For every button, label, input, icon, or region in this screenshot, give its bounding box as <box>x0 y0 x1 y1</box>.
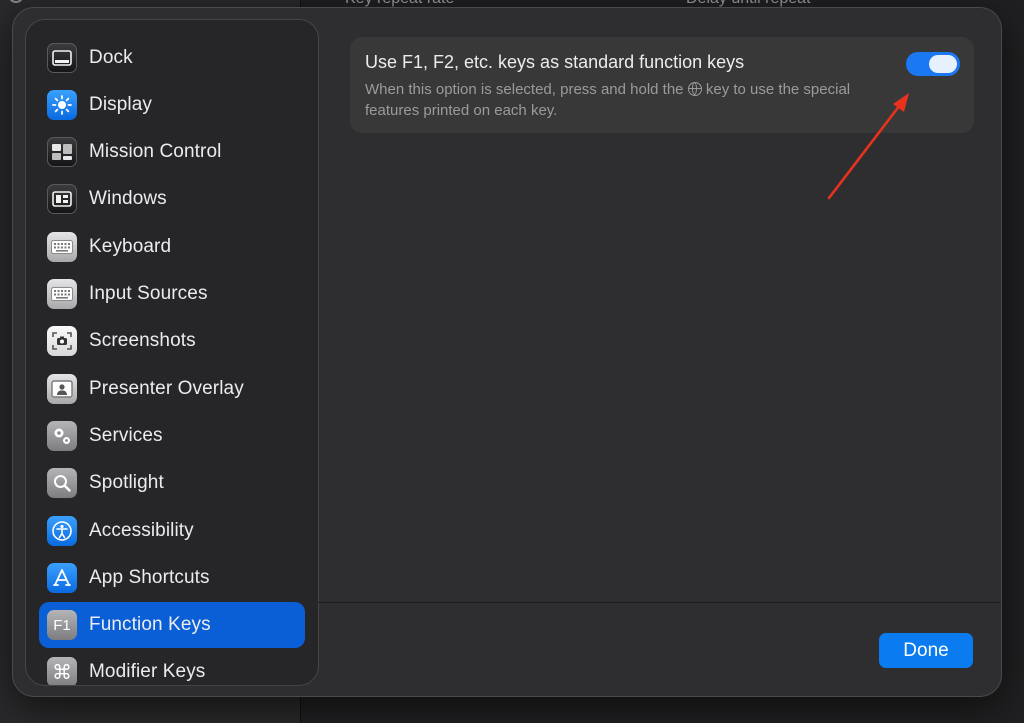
sidebar-item-label: App Shortcuts <box>89 567 210 588</box>
function-keys-option-card: Use F1, F2, etc. keys as standard functi… <box>350 37 974 133</box>
sidebar-item-label: Display <box>89 94 152 115</box>
sidebar-item-function-keys[interactable]: F1 Function Keys <box>39 602 305 648</box>
function-keys-icon: F1 <box>47 610 77 640</box>
sidebar-item-services[interactable]: Services <box>39 413 305 459</box>
sidebar-item-label: Input Sources <box>89 283 208 304</box>
sidebar-item-label: Dock <box>89 47 133 68</box>
option-description: When this option is selected, press and … <box>365 79 905 121</box>
sidebar-item-label: Spotlight <box>89 472 164 493</box>
sidebar-item-display[interactable]: Display <box>39 82 305 128</box>
windows-icon <box>47 184 77 214</box>
mission-control-icon <box>47 137 77 167</box>
modifier-keys-icon: ⌘ <box>47 657 77 685</box>
footer-divider <box>318 602 1001 603</box>
sidebar-item-spotlight[interactable]: Spotlight <box>39 460 305 506</box>
sidebar-item-label: Windows <box>89 188 167 209</box>
sidebar-item-label: Presenter Overlay <box>89 378 244 399</box>
option-description-start: When this option is selected, press and … <box>365 81 684 98</box>
function-keys-toggle[interactable] <box>906 52 960 76</box>
search-icon <box>8 0 24 4</box>
sidebar-item-label: Screenshots <box>89 330 196 351</box>
presenter-overlay-icon <box>47 374 77 404</box>
sidebar-item-presenter-overlay[interactable]: Presenter Overlay <box>39 366 305 412</box>
sidebar-item-input-sources[interactable]: Input Sources <box>39 271 305 317</box>
sidebar-item-windows[interactable]: Windows <box>39 176 305 222</box>
services-icon <box>47 421 77 451</box>
dock-icon <box>47 43 77 73</box>
sidebar-item-dock[interactable]: Dock <box>39 35 305 81</box>
screenshots-icon <box>47 326 77 356</box>
sidebar-item-app-shortcuts[interactable]: App Shortcuts <box>39 555 305 601</box>
sidebar-item-label: Keyboard <box>89 236 172 257</box>
shortcuts-sidebar: Dock Display Mission Control Windows Key… <box>25 19 319 686</box>
sidebar-item-screenshots[interactable]: Screenshots <box>39 318 305 364</box>
function-keys-icon-text: F1 <box>53 616 71 634</box>
toggle-knob <box>929 55 957 73</box>
globe-icon <box>687 82 702 96</box>
accessibility-icon <box>47 516 77 546</box>
app-shortcuts-icon <box>47 563 77 593</box>
option-title: Use F1, F2, etc. keys as standard functi… <box>365 52 745 72</box>
sidebar-item-accessibility[interactable]: Accessibility <box>39 508 305 554</box>
sidebar-item-keyboard[interactable]: Keyboard <box>39 224 305 270</box>
keyboard-shortcuts-sheet: Dock Display Mission Control Windows Key… <box>12 7 1002 697</box>
sidebar-item-label: Function Keys <box>89 614 211 635</box>
sidebar-item-modifier-keys[interactable]: ⌘ Modifier Keys <box>39 649 305 685</box>
sidebar-item-label: Modifier Keys <box>89 661 206 682</box>
sidebar-item-mission-control[interactable]: Mission Control <box>39 129 305 175</box>
spotlight-icon <box>47 468 77 498</box>
sidebar-item-label: Accessibility <box>89 520 194 541</box>
background-search-text: fun-n <box>32 0 66 3</box>
input-sources-icon <box>47 279 77 309</box>
done-button[interactable]: Done <box>879 633 973 668</box>
keyboard-icon <box>47 232 77 262</box>
sidebar-item-label: Mission Control <box>89 141 222 162</box>
display-icon <box>47 90 77 120</box>
sidebar-item-label: Services <box>89 425 163 446</box>
